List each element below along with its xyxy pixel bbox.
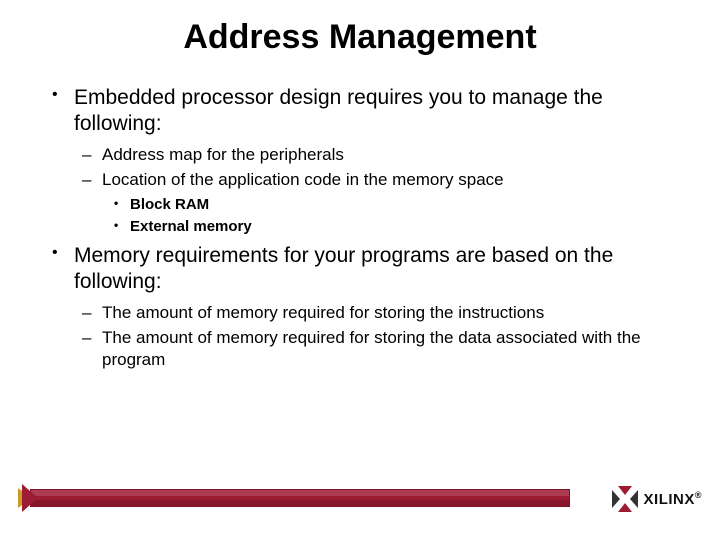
list-item: Embedded processor design requires you t… [50,85,680,237]
footer-bar-accent [18,482,48,514]
slide-footer: XILINX ® [0,482,720,516]
list-item: The amount of memory required for storin… [74,302,680,324]
footer-bar [30,489,570,507]
list-item: External memory [102,217,680,237]
slide-content: Embedded processor design requires you t… [0,85,720,371]
list-item: Location of the application code in the … [74,169,680,238]
bullet-text: Block RAM [130,196,209,213]
slide: Address Management Embedded processor de… [0,0,720,540]
bullet-list: Embedded processor design requires you t… [50,85,680,371]
list-item: Block RAM [102,195,680,215]
xilinx-icon [612,486,638,512]
brand-name: XILINX ® [644,491,702,508]
list-item: Address map for the peripherals [74,144,680,166]
list-item: The amount of memory required for storin… [74,327,680,371]
bullet-text: Location of the application code in the … [102,170,504,189]
registered-icon: ® [695,490,702,500]
bullet-text: External memory [130,218,252,235]
bullet-text: Memory requirements for your programs ar… [74,244,613,293]
sub-list: Address map for the peripherals Location… [74,144,680,238]
slide-title: Address Management [0,18,720,57]
bullet-text: The amount of memory required for storin… [102,328,641,369]
bullet-text: Address map for the peripherals [102,145,344,164]
bullet-text: Embedded processor design requires you t… [74,86,603,135]
sub-list: The amount of memory required for storin… [74,302,680,371]
brand-logo: XILINX ® [612,486,702,512]
sub-sub-list: Block RAM External memory [102,195,680,238]
bullet-text: The amount of memory required for storin… [102,303,544,322]
list-item: Memory requirements for your programs ar… [50,243,680,371]
brand-text: XILINX [644,491,695,508]
